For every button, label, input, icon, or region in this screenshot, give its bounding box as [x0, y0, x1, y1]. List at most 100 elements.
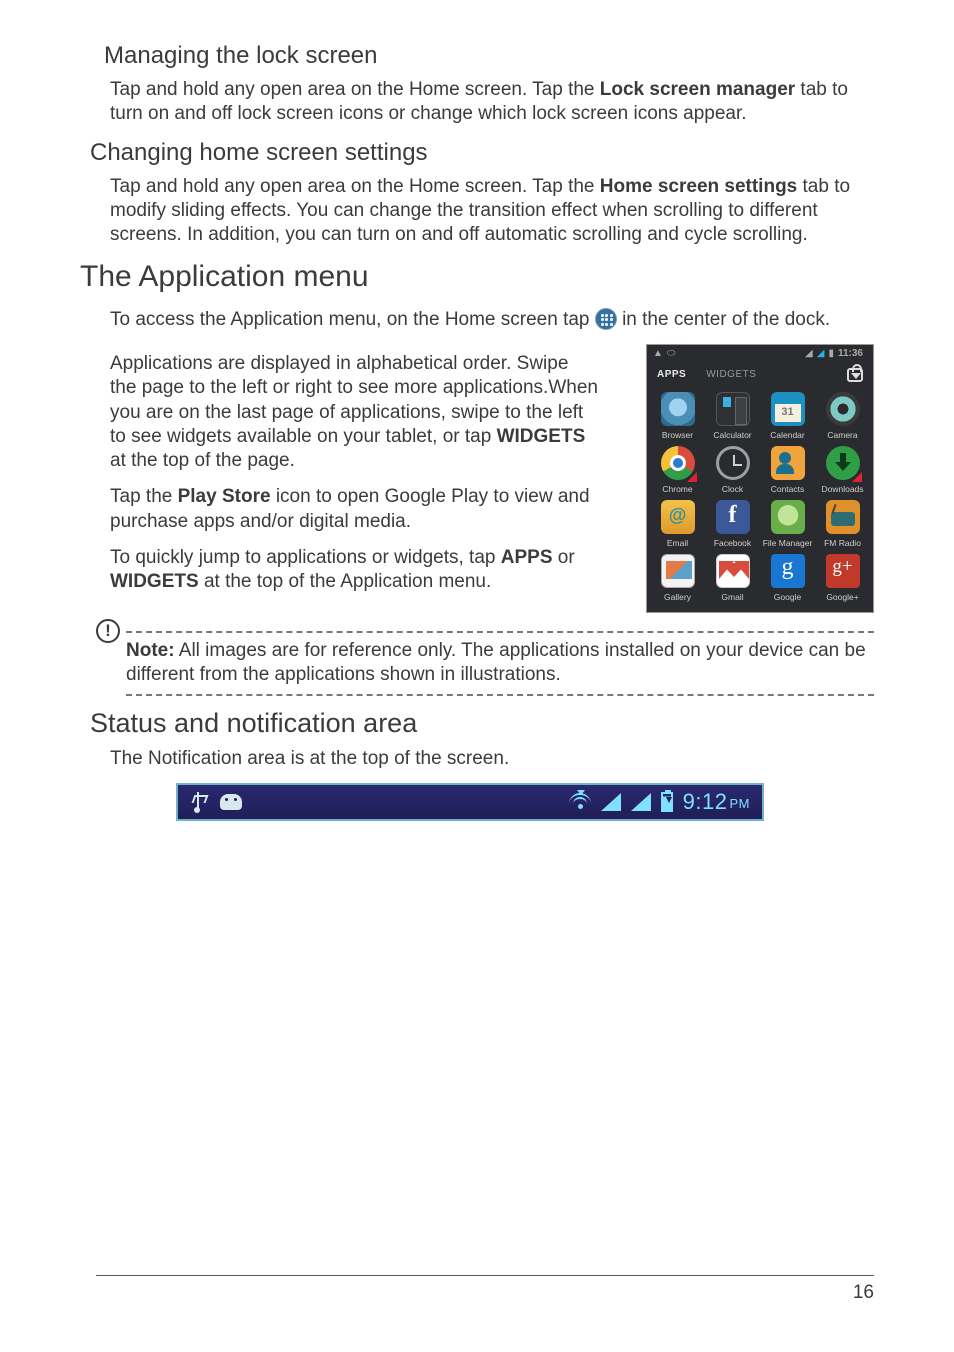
camera-icon [826, 392, 860, 426]
phone-app-chrome[interactable]: Chrome [651, 446, 704, 494]
bold-home-screen-settings: Home screen settings [600, 176, 797, 197]
bold-widgets-2: WIDGETS [110, 571, 199, 592]
page-footer: 16 [96, 1275, 874, 1304]
chrome-icon [661, 446, 695, 480]
phone-app-downloads[interactable]: Downloads [816, 446, 869, 494]
phone-app-contacts[interactable]: Contacts [761, 446, 814, 494]
app-label: Clock [722, 484, 743, 494]
app-label: Downloads [821, 484, 863, 494]
time-suffix: PM [730, 796, 751, 811]
app-label: Gallery [664, 592, 691, 602]
divider [126, 694, 874, 696]
signal-icon [631, 793, 651, 811]
heading-managing-lock-screen: Managing the lock screen [104, 42, 874, 70]
phone-app-camera[interactable]: Camera [816, 392, 869, 440]
bold-play-store: Play Store [178, 486, 271, 507]
time-value: 9:12 [683, 789, 728, 814]
paragraph-play-store: Tap the Play Store icon to open Google P… [110, 485, 600, 534]
phone-status-bar: ▲⬭ ◢◢▮11:36 [647, 345, 873, 362]
phone-app-google[interactable]: Google [761, 554, 814, 602]
usb-icon [190, 792, 206, 812]
gallery-icon [661, 554, 695, 588]
status-bar-time: 9:12PM [683, 789, 750, 815]
clock-icon [716, 446, 750, 480]
text: To access the Application menu, on the H… [110, 309, 595, 330]
signal-icon [601, 793, 621, 811]
heading-changing-home-settings: Changing home screen settings [90, 139, 874, 167]
warning-icon: ▲ [653, 348, 663, 359]
phone-app-googleplus[interactable]: Google+ [816, 554, 869, 602]
divider [126, 631, 874, 633]
google-icon [771, 554, 805, 588]
text: at the top of the Application menu. [199, 571, 492, 592]
phone-tabs: APPS WIDGETS [647, 362, 873, 390]
phone-app-fmradio[interactable]: FM Radio [816, 500, 869, 548]
note-text: Note: All images are for reference only.… [126, 639, 874, 694]
phone-app-facebook[interactable]: Facebook [706, 500, 759, 548]
app-drawer-icon [595, 308, 617, 330]
bold-widgets: WIDGETS [497, 426, 586, 447]
app-label: Facebook [714, 538, 751, 548]
wifi-icon [569, 793, 591, 811]
phone-tab-apps[interactable]: APPS [657, 369, 686, 380]
text: Tap the [110, 486, 178, 507]
text: To quickly jump to applications or widge… [110, 547, 501, 568]
note-label: Note: [126, 640, 175, 661]
phone-app-calc[interactable]: Calculator [706, 392, 759, 440]
text: at the top of the page. [110, 450, 295, 471]
app-label: Google+ [826, 592, 858, 602]
phone-app-email[interactable]: Email [651, 500, 704, 548]
signal-mini-icon: ◢ [805, 348, 813, 359]
app-label: Email [667, 538, 688, 548]
phone-status-time: 11:36 [838, 348, 863, 359]
page-number: 16 [96, 1282, 874, 1304]
paragraph-changing-home: Tap and hold any open area on the Home s… [110, 175, 870, 248]
phone-app-filemgr[interactable]: File Manager [761, 500, 814, 548]
phone-tab-widgets[interactable]: WIDGETS [706, 369, 756, 380]
alert-icon: ! [96, 619, 120, 643]
text: All images are for reference only. The a… [126, 640, 866, 685]
paragraph-status-area: The Notification area is at the top of t… [110, 747, 870, 771]
phone-app-grid: Browser Calculator Calendar Camera Chrome Clo… [647, 390, 873, 612]
text: Tap and hold any open area on the Home s… [110, 176, 600, 197]
bold-apps: APPS [501, 547, 553, 568]
paragraph-apps-widgets-jump: To quickly jump to applications or widge… [110, 546, 600, 595]
paragraph-managing-lock: Tap and hold any open area on the Home s… [110, 78, 870, 127]
phone-app-clock[interactable]: Clock [706, 446, 759, 494]
app-label: Chrome [662, 484, 692, 494]
contacts-icon [771, 446, 805, 480]
phone-screenshot: ▲⬭ ◢◢▮11:36 APPS WIDGETS BrowserCalculat… [646, 344, 874, 613]
phone-app-gmail[interactable]: Gmail [706, 554, 759, 602]
downloads-icon [826, 446, 860, 480]
heading-status-notification-area: Status and notification area [90, 708, 874, 739]
android-debug-icon [220, 794, 242, 810]
text: or [553, 547, 575, 568]
text: in the center of the dock. [622, 309, 830, 330]
filemgr-icon [771, 500, 805, 534]
app-label: Calculator [713, 430, 751, 440]
googleplus-icon [826, 554, 860, 588]
heading-application-menu: The Application menu [80, 260, 874, 294]
paragraph-app-access: To access the Application menu, on the H… [110, 308, 870, 332]
battery-mini-icon: ▮ [828, 348, 834, 359]
calc-icon [716, 392, 750, 426]
phone-app-gallery[interactable]: Gallery [651, 554, 704, 602]
app-label: FM Radio [824, 538, 861, 548]
app-label: Calendar [770, 430, 805, 440]
status-bar-illustration: 9:12PM [176, 783, 764, 821]
app-label: Camera [827, 430, 857, 440]
app-label: Contacts [771, 484, 805, 494]
play-store-icon[interactable] [847, 368, 863, 382]
bold-lock-screen-manager: Lock screen manager [600, 79, 795, 100]
battery-charging-icon [661, 792, 673, 812]
app-label: Gmail [721, 592, 743, 602]
calendar-icon [771, 392, 805, 426]
phone-app-browser[interactable]: Browser [651, 392, 704, 440]
phone-app-calendar[interactable]: Calendar [761, 392, 814, 440]
facebook-icon [716, 500, 750, 534]
fmradio-icon [826, 500, 860, 534]
email-icon [661, 500, 695, 534]
adb-mini-icon: ⬭ [667, 348, 676, 359]
paragraph-app-alpha-order: Applications are displayed in alphabetic… [110, 352, 600, 474]
app-label: Google [774, 592, 801, 602]
